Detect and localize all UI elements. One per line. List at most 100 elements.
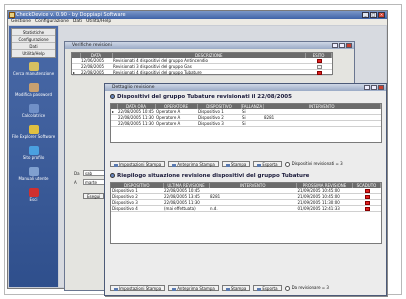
button-label: Anteprima Stampa — [177, 162, 215, 167]
da-label: Da — [74, 171, 80, 176]
section1-stampa-button[interactable]: Stampa — [221, 161, 251, 167]
folder-icon — [28, 125, 39, 134]
dispositivo-cell: Dispositivo 4 — [111, 205, 163, 212]
section1-toolbar: Impostazioni Stampa Anteprima Stampa Sta… — [110, 161, 343, 167]
radio-icon — [284, 161, 290, 167]
sidebar-button-statistiche[interactable]: Statistiche — [12, 29, 55, 36]
revisioni-table-body: 12/06/2005 Revisionati 4 dispositivi del … — [72, 58, 332, 76]
sidebar-item[interactable]: Manuali utente — [9, 167, 58, 186]
sidebar: Statistiche Configurazione Dati Utilità/… — [9, 26, 58, 287]
export-icon — [257, 163, 262, 167]
sidebar-item[interactable]: Sito profilo — [9, 146, 58, 165]
sidebar-top-buttons: Statistiche Configurazione Dati Utilità/… — [11, 28, 56, 58]
intervento-cell — [263, 120, 381, 127]
dispositivi-revisionati-table-body: ▸ 22/08/2005 10:45 Operatore A Dispositivo … — [111, 109, 381, 127]
sidebar-item[interactable]: File Explorer Software — [9, 125, 58, 144]
intervento-cell: n.d. — [209, 205, 297, 212]
ultima-revisione-cell: (mai effettuata) — [163, 205, 209, 212]
minimize-button[interactable]: _ — [362, 12, 369, 18]
section2-esporta-button[interactable]: Esporta — [253, 285, 282, 291]
maximize-icon[interactable] — [339, 43, 345, 48]
sidebar-item[interactable]: Calcolatrice — [9, 104, 58, 123]
verifiche-window-title: Verifiche revisioni — [72, 43, 112, 48]
maximize-button[interactable]: □ — [370, 12, 377, 18]
tools-icon — [28, 62, 39, 71]
checkbox-checked-icon[interactable] — [364, 195, 370, 199]
button-label: Anteprima Stampa — [177, 286, 215, 291]
data-ora-cell: 22/08/2005 10:45 — [117, 109, 155, 115]
section1-impostazioni-stampa-button[interactable]: Impostazioni Stampa — [110, 161, 166, 167]
section1-count: Dispositivi revisionati = 3 — [284, 161, 343, 167]
data-ora-cell: 22/08/2005 11:30 — [117, 120, 155, 127]
section2-anteprima-stampa-button[interactable]: Anteprima Stampa — [168, 285, 219, 291]
riepilogo-table: DISPOSITIVO ULTIMA REVISIONE INTERVENTO … — [110, 182, 382, 244]
export-icon — [257, 287, 262, 291]
close-icon[interactable] — [346, 43, 352, 48]
sidebar-item-label: Manuali utente — [18, 176, 49, 181]
close-button[interactable]: × — [378, 12, 385, 18]
row-selector: ▸ — [72, 69, 80, 76]
sidebar-button-dati[interactable]: Dati — [12, 43, 55, 50]
sidebar-item-label: Cerca manutenzione — [12, 71, 55, 76]
checkbox-checked-icon[interactable] — [316, 71, 322, 75]
globe-icon — [28, 146, 39, 155]
sidebar-items: Cerca manutenzione Modifica password Calco… — [9, 62, 58, 207]
dispositivi-revisionati-table: DATA ORA OPERATORE DISPOSITIVO FALLANZA … — [110, 103, 382, 143]
book-icon — [28, 167, 39, 176]
checkbox-checked-icon[interactable] — [364, 189, 370, 193]
exit-icon — [28, 188, 39, 197]
a-label: A — [74, 180, 77, 185]
menu-dati[interactable]: Dati — [73, 19, 82, 25]
calculator-icon — [28, 104, 39, 113]
section2-title-text: Riepilogo situazione revisione dispositi… — [117, 173, 310, 179]
button-label: Stampa — [230, 162, 247, 167]
minimize-icon[interactable] — [364, 85, 370, 90]
a-input[interactable]: marte — [83, 179, 105, 185]
sidebar-button-utilita[interactable]: Utilità/Help — [12, 50, 55, 57]
sidebar-item[interactable]: Cerca manutenzione — [9, 62, 58, 81]
group-icon — [110, 173, 115, 178]
section2-title: Riepilogo situazione revisione dispositi… — [110, 173, 309, 179]
section1-esporta-button[interactable]: Esporta — [253, 161, 282, 167]
print-settings-icon — [114, 287, 118, 291]
table-row[interactable]: Dispositivo 4 (mai effettuata) n.d. 01/09/2… — [111, 205, 381, 212]
checkbox-checked-icon[interactable] — [316, 59, 322, 63]
sidebar-item-label: Esci — [29, 197, 38, 202]
checkbox-unchecked-icon[interactable] — [316, 65, 322, 69]
section2-count-label: Da revisionare = 3 — [291, 285, 329, 291]
menu-gestione[interactable]: Gestione — [11, 19, 31, 25]
verifiche-window-controls — [332, 43, 352, 48]
da-input[interactable]: sab — [83, 170, 105, 176]
section2-stampa-button[interactable]: Stampa — [221, 285, 251, 291]
checkbox-checked-icon[interactable] — [364, 207, 370, 211]
sidebar-item-label: Calcolatrice — [21, 113, 46, 118]
section1-title: Dispositivi del gruppo Tubature revision… — [110, 94, 292, 100]
close-icon[interactable] — [378, 85, 384, 90]
minimize-icon[interactable] — [332, 43, 338, 48]
prossima-revisione-cell: 01/09/2005 12:41:33 — [296, 205, 353, 212]
sidebar-item[interactable]: Modifica password — [9, 83, 58, 102]
sidebar-item[interactable]: Esci — [9, 188, 58, 207]
window-controls: _ □ × — [362, 12, 385, 18]
app-icon — [9, 12, 15, 18]
title-bar: CheckDevice v. 0.90 - by Doppiapi Softwa… — [8, 11, 387, 19]
menu-bar: Gestione Configurazione Dati Utilità/Hel… — [8, 19, 387, 25]
checkbox-checked-icon[interactable] — [364, 201, 370, 205]
section2-count: Da revisionare = 3 — [284, 285, 329, 291]
table-row[interactable]: ▸ 22/08/2005 Revisionati 4 dispositivi del… — [72, 69, 332, 76]
section1-anteprima-stampa-button[interactable]: Anteprima Stampa — [168, 161, 219, 167]
menu-configurazione[interactable]: Configurazione — [35, 19, 69, 25]
radio-icon — [284, 285, 290, 291]
section1-title-text: Dispositivi del gruppo Tubature revision… — [117, 94, 292, 100]
section2-impostazioni-stampa-button[interactable]: Impostazioni Stampa — [110, 285, 166, 291]
button-label: Esporta — [262, 162, 278, 167]
scaduto-cell — [352, 205, 381, 212]
riepilogo-table-body: Dispositivo 1 22/08/2005 10:45 21/09/2005 … — [111, 188, 381, 212]
maximize-icon[interactable] — [371, 85, 377, 90]
group-icon — [110, 94, 115, 99]
sidebar-button-configurazione[interactable]: Configurazione — [12, 36, 55, 43]
table-row[interactable]: 22/08/2005 11:30 Operatore A Dispositivo 3… — [111, 120, 381, 127]
esegui-button[interactable]: Esegui — [83, 193, 105, 199]
menu-utilita[interactable]: Utilità/Help — [86, 19, 111, 25]
sidebar-item-label: File Explorer Software — [11, 134, 56, 139]
